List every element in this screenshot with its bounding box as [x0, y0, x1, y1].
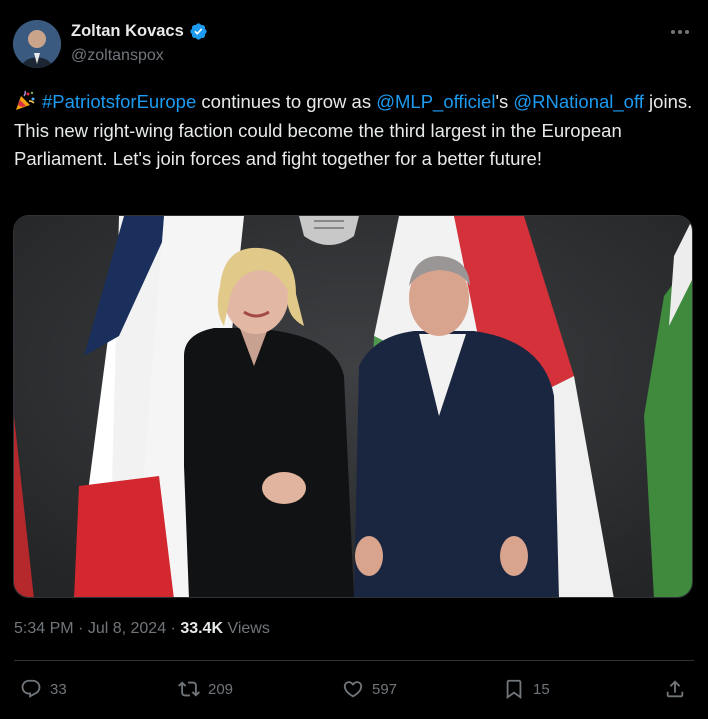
share-button[interactable] — [664, 678, 686, 700]
divider — [14, 660, 694, 661]
bookmark-button[interactable]: 15 — [503, 678, 550, 700]
tweet-card: Zoltan Kovacs @zoltanspox #PatriotsforEu… — [0, 0, 708, 719]
hashtag-link[interactable]: #PatriotsforEurope — [42, 91, 196, 112]
mention-link-rnational[interactable]: @RNational_off — [513, 91, 644, 112]
mention-link-mlp[interactable]: @MLP_officiel — [376, 91, 495, 112]
author-display-name[interactable]: Zoltan Kovacs — [71, 22, 184, 41]
author-handle[interactable]: @zoltanspox — [71, 47, 164, 65]
repost-count: 209 — [208, 680, 234, 698]
reply-count: 33 — [50, 680, 67, 698]
action-bar: 33 209 597 15 — [0, 672, 708, 708]
tweet-text-segment: continues to grow as — [196, 91, 377, 112]
views-count: 33.4K — [180, 620, 224, 637]
tweet-text-segment: 's — [495, 91, 514, 112]
bookmark-icon — [506, 679, 522, 700]
reply-icon — [21, 679, 41, 698]
author-name-row[interactable]: Zoltan Kovacs — [71, 22, 208, 41]
repost-icon — [178, 681, 200, 697]
tweet-time[interactable]: 5:34 PM — [14, 620, 74, 637]
repost-button[interactable]: 209 — [178, 678, 233, 700]
like-button[interactable]: 597 — [342, 678, 397, 700]
reply-button[interactable]: 33 — [20, 678, 67, 700]
avatar[interactable] — [13, 20, 61, 68]
like-count: 597 — [372, 680, 398, 698]
verified-badge-icon — [190, 23, 207, 40]
more-options-icon[interactable] — [669, 22, 691, 42]
heart-icon — [343, 681, 363, 698]
share-icon — [666, 680, 684, 698]
tweet-date[interactable]: Jul 8, 2024 — [88, 620, 166, 637]
tweet-text: #PatriotsforEurope continues to grow as … — [14, 88, 698, 174]
party-popper-icon — [16, 90, 35, 110]
views-label: Views — [223, 620, 270, 637]
tweet-meta: 5:34 PM · Jul 8, 2024 · 33.4K Views — [14, 620, 270, 637]
bookmark-count: 15 — [533, 680, 550, 698]
tweet-photo[interactable] — [13, 215, 693, 598]
